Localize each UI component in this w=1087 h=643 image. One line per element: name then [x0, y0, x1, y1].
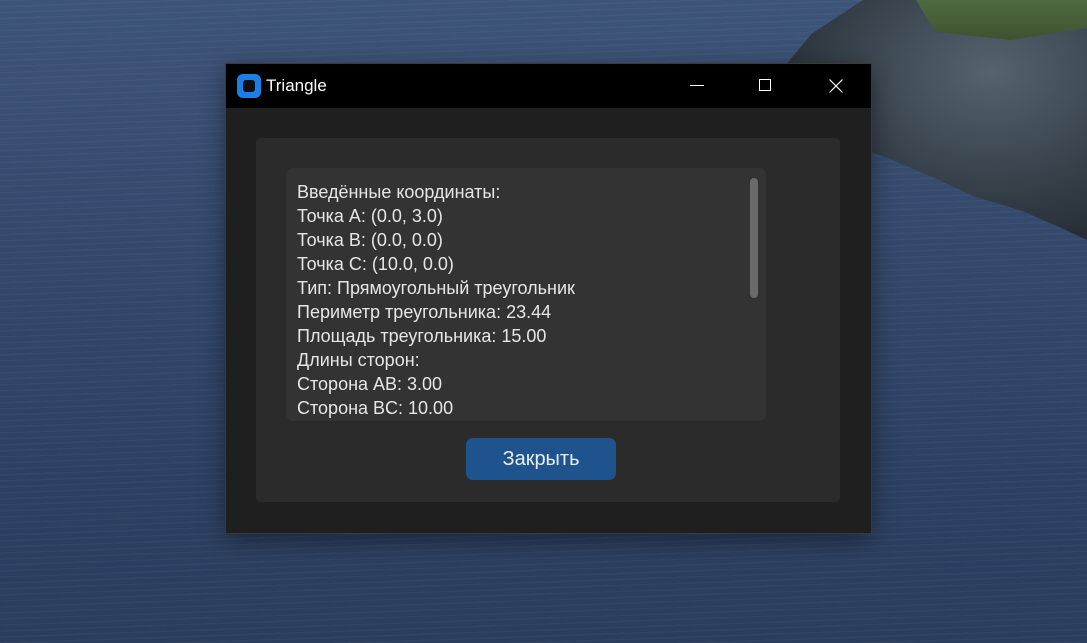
- results-line: Точка B: (0.0, 0.0): [297, 230, 443, 250]
- window-title: Triangle: [266, 76, 327, 95]
- scrollbar-thumb[interactable]: [750, 178, 758, 298]
- maximize-button[interactable]: [731, 64, 801, 108]
- close-window-button[interactable]: [801, 64, 871, 108]
- content-panel: Введённые координаты: Точка A: (0.0, 3.0…: [256, 138, 840, 502]
- results-line: Введённые координаты:: [297, 182, 501, 202]
- results-line: Точка A: (0.0, 3.0): [297, 206, 443, 226]
- results-line: Тип: Прямоугольный треугольник: [297, 278, 575, 298]
- vertical-scrollbar[interactable]: [748, 176, 760, 414]
- results-line: Сторона BC: 10.00: [297, 398, 454, 418]
- results-text: Введённые координаты: Точка A: (0.0, 3.0…: [297, 180, 737, 420]
- app-icon: [237, 74, 261, 98]
- close-button[interactable]: Закрыть: [466, 438, 616, 480]
- results-line: Площадь треугольника: 15.00: [297, 326, 547, 346]
- triangle-window: Triangle Введённые координаты: Точка A: …: [226, 64, 871, 533]
- results-line: Длины сторон:: [297, 350, 420, 370]
- results-textbox[interactable]: Введённые координаты: Точка A: (0.0, 3.0…: [286, 168, 766, 421]
- results-line: Периметр треугольника: 23.44: [297, 302, 552, 322]
- results-line: Сторона AB: 3.00: [297, 374, 443, 394]
- results-line: Точка C: (10.0, 0.0): [297, 254, 454, 274]
- title-bar[interactable]: Triangle: [226, 64, 871, 108]
- minimize-button[interactable]: [662, 64, 732, 108]
- close-icon: [829, 79, 843, 93]
